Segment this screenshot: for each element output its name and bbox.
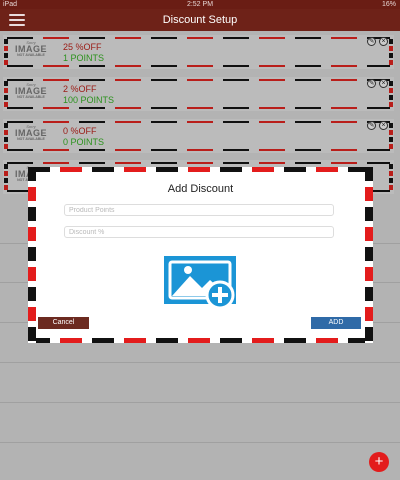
discount-percent-input[interactable]: [64, 226, 334, 238]
dialog-title: Add Discount: [167, 183, 234, 195]
status-time: 2:52 PM: [186, 1, 214, 8]
add-image-icon: [164, 256, 236, 310]
add-button[interactable]: ADD: [311, 317, 361, 329]
battery-level: 16%: [381, 1, 396, 8]
nav-bar: Discount Setup: [0, 9, 400, 31]
plus-icon: +: [374, 453, 384, 470]
add-image-button[interactable]: [164, 256, 236, 310]
add-discount-fab[interactable]: +: [369, 452, 389, 472]
add-discount-dialog: Add Discount Cancel ADD: [28, 167, 373, 343]
product-points-input[interactable]: [64, 204, 334, 216]
page-title: Discount Setup: [162, 14, 238, 26]
status-bar: iPad 2:52 PM 16%: [0, 0, 400, 9]
cancel-button[interactable]: Cancel: [38, 317, 89, 329]
